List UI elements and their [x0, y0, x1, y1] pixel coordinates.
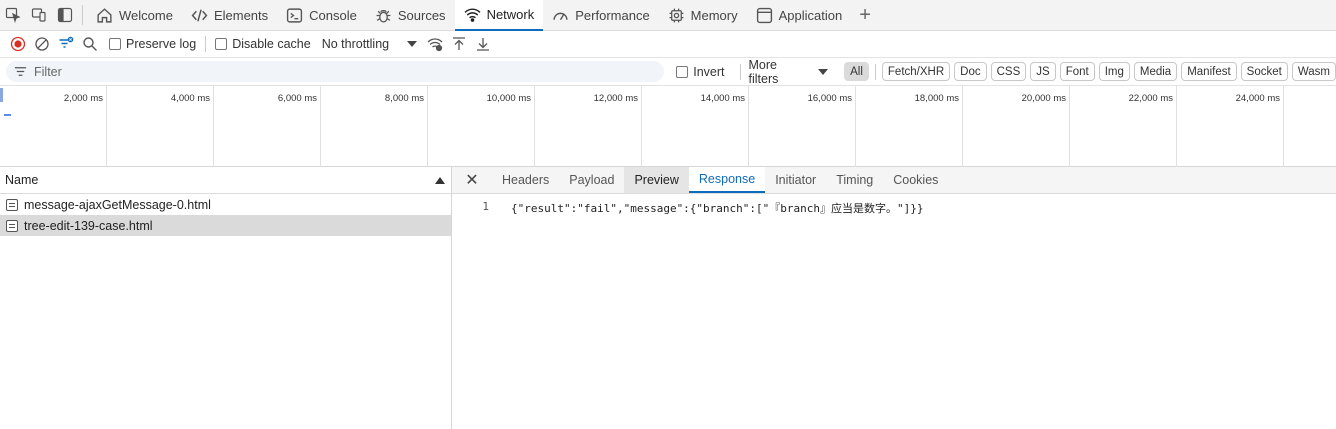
device-emulation-icon[interactable]	[26, 0, 52, 30]
throttling-value: No throttling	[321, 37, 390, 51]
toggle-sidebar-icon[interactable]	[52, 0, 78, 30]
tab-timing[interactable]: Timing	[826, 166, 883, 193]
filter-placeholder: Filter	[34, 64, 62, 79]
document-icon	[6, 198, 18, 211]
response-body[interactable]: {"result":"fail","message":{"branch":["『…	[511, 200, 924, 216]
tab-payload[interactable]: Payload	[559, 166, 624, 193]
request-row[interactable]: message-ajaxGetMessage-0.html	[0, 194, 451, 215]
filter-divider	[739, 63, 741, 80]
type-filter-manifest[interactable]: Manifest	[1181, 62, 1237, 81]
request-name: message-ajaxGetMessage-0.html	[24, 197, 211, 212]
invert-checkbox[interactable]: Invert	[676, 64, 725, 79]
name-column-label: Name	[5, 173, 39, 187]
tab-preview[interactable]: Preview	[624, 166, 689, 193]
gauge-icon	[553, 12, 568, 20]
record-icon[interactable]	[6, 32, 30, 56]
response-code-line: 1 {"result":"fail","message":{"branch":[…	[452, 200, 1336, 216]
close-icon[interactable]: ✕	[452, 166, 492, 193]
timeline-tick-label: 24,000 ms	[1235, 93, 1280, 104]
filter-icon	[14, 67, 27, 76]
more-filters-dropdown[interactable]: More filters	[749, 58, 829, 86]
type-filter-fetch-xhr[interactable]: Fetch/XHR	[881, 62, 951, 81]
detail-tab-bar: ✕ Headers Payload Preview Response Initi…	[452, 166, 1336, 194]
more-filters-label: More filters	[748, 57, 779, 86]
timeline-gridline: 24,000 ms	[0, 86, 1284, 167]
window-icon	[756, 7, 772, 23]
request-detail-panel: ✕ Headers Payload Preview Response Initi…	[452, 166, 1336, 429]
type-filter-img[interactable]: Img	[1098, 62, 1130, 81]
type-filter-socket[interactable]: Socket	[1240, 62, 1288, 81]
tab-application[interactable]: Application	[747, 0, 852, 31]
type-filter-doc[interactable]: Doc	[954, 62, 987, 81]
toolbar-divider	[205, 36, 207, 52]
preserve-log-label: Preserve log	[126, 37, 197, 51]
tab-welcome[interactable]: Welcome	[87, 0, 182, 31]
type-filter-js[interactable]: JS	[1030, 62, 1056, 81]
tab-label: Memory	[690, 7, 738, 23]
tab-memory[interactable]: Memory	[659, 0, 747, 31]
tab-label: Console	[309, 7, 357, 23]
filter-active-icon[interactable]	[54, 32, 78, 56]
preserve-log-box[interactable]	[109, 38, 121, 50]
chip-icon	[669, 8, 684, 22]
disable-cache-checkbox[interactable]: Disable cache	[215, 37, 311, 51]
tab-label: Welcome	[119, 7, 173, 23]
request-list: Name message-ajaxGetMessage-0.html tree-…	[0, 167, 452, 429]
add-tab-icon[interactable]: +	[851, 4, 879, 27]
tab-cookies[interactable]: Cookies	[883, 166, 948, 193]
chip-divider	[874, 63, 876, 80]
tab-console[interactable]: Console	[277, 0, 366, 31]
filter-input[interactable]: Filter	[6, 61, 665, 82]
tab-response[interactable]: Response	[688, 166, 766, 193]
disable-cache-box[interactable]	[215, 38, 228, 50]
invert-label: Invert	[693, 64, 725, 79]
preserve-log-checkbox[interactable]: Preserve log	[109, 37, 196, 51]
search-icon[interactable]	[78, 32, 102, 56]
network-toolbar: Preserve log Disable cache No throttling	[0, 31, 1336, 58]
bug-icon	[376, 9, 391, 23]
network-split-view: Name message-ajaxGetMessage-0.html tree-…	[0, 166, 1336, 429]
tab-elements[interactable]: Elements	[182, 0, 277, 31]
request-row-selected[interactable]: tree-edit-139-case.html	[0, 215, 451, 236]
name-column-header[interactable]: Name	[0, 167, 451, 194]
throttling-select[interactable]: No throttling	[321, 37, 418, 51]
disable-cache-label: Disable cache	[232, 37, 311, 51]
tab-label: Application	[778, 7, 843, 23]
type-filter-font[interactable]: Font	[1059, 62, 1095, 81]
export-har-icon[interactable]	[471, 32, 495, 56]
clear-icon[interactable]	[30, 32, 54, 56]
invert-box[interactable]	[676, 65, 689, 78]
tab-label: Network	[486, 6, 535, 22]
home-icon	[97, 7, 112, 23]
request-name: tree-edit-139-case.html	[24, 218, 153, 233]
tab-performance[interactable]: Performance	[543, 0, 658, 31]
import-har-icon[interactable]	[447, 32, 471, 56]
tab-label: Performance	[575, 7, 650, 23]
network-overview-timeline[interactable]: 2,000 ms 4,000 ms 6,000 ms 8,000 ms 10,000 m…	[0, 86, 1336, 167]
tab-headers[interactable]: Headers	[492, 166, 559, 193]
tab-network[interactable]: Network	[454, 0, 544, 31]
type-filter-all[interactable]: All	[844, 62, 869, 81]
code-icon	[191, 8, 208, 22]
document-icon	[6, 219, 18, 232]
filter-bar: Filter Invert More filters All Fetch/XHR…	[0, 58, 1336, 86]
tab-initiator[interactable]: Initiator	[765, 166, 826, 193]
inspect-element-icon[interactable]	[0, 0, 26, 30]
devtools-tab-bar: Welcome Elements Console Sources Network…	[0, 0, 1336, 31]
line-number: 1	[482, 200, 489, 213]
chevron-down-icon	[407, 41, 418, 47]
console-icon	[287, 7, 303, 23]
wifi-icon	[464, 7, 481, 22]
tab-bar-divider	[82, 5, 83, 25]
chevron-down-icon	[818, 68, 829, 75]
tab-label: Sources	[397, 7, 446, 23]
tab-sources[interactable]: Sources	[366, 0, 455, 31]
type-filter-wasm[interactable]: Wasm	[1291, 62, 1336, 81]
type-filter-media[interactable]: Media	[1133, 62, 1178, 81]
network-conditions-icon[interactable]	[423, 32, 447, 56]
tab-label: Elements	[213, 7, 269, 23]
sort-ascending-icon	[435, 176, 445, 184]
type-filter-css[interactable]: CSS	[990, 62, 1027, 81]
